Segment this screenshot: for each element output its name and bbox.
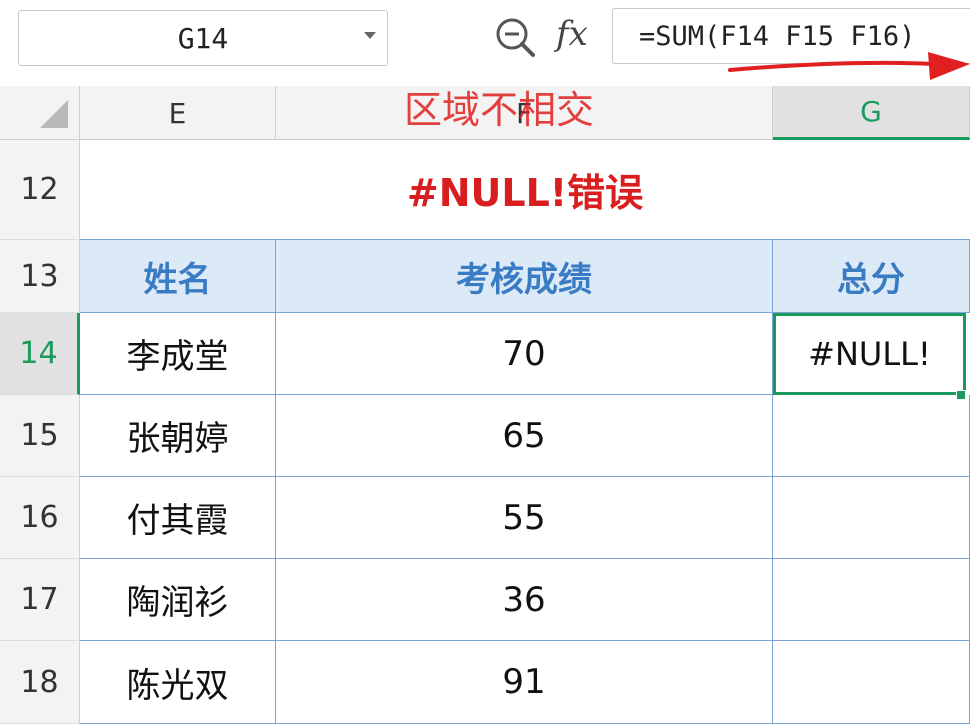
sheet-title[interactable]: #NULL!错误: [80, 140, 970, 240]
dropdown-caret-icon[interactable]: [364, 32, 376, 39]
row-header-15[interactable]: 15: [0, 395, 80, 477]
annotation-arrow: [728, 52, 970, 80]
annotation-label: 区域不相交: [404, 88, 595, 132]
row-header-13[interactable]: 13: [0, 240, 80, 313]
cell-total[interactable]: [773, 477, 970, 559]
cell-name[interactable]: 付其霞: [80, 477, 276, 559]
row-header-18[interactable]: 18: [0, 641, 80, 724]
cell-name[interactable]: 张朝婷: [80, 395, 276, 477]
cell-total[interactable]: [773, 559, 970, 641]
header-name[interactable]: 姓名: [80, 240, 276, 313]
header-total[interactable]: 总分: [773, 240, 970, 313]
select-all-triangle-icon[interactable]: [40, 100, 68, 128]
cell-score[interactable]: 36: [276, 559, 773, 641]
cell-total[interactable]: [773, 395, 970, 477]
cell-name[interactable]: 陶润衫: [80, 559, 276, 641]
cell-score[interactable]: 70: [276, 313, 773, 395]
header-score[interactable]: 考核成绩: [276, 240, 773, 313]
cell-score[interactable]: 55: [276, 477, 773, 559]
cell-total-selected[interactable]: #NULL!: [773, 313, 966, 395]
row-header-16[interactable]: 16: [0, 477, 80, 559]
row-header-17[interactable]: 17: [0, 559, 80, 641]
cell-name[interactable]: 陈光双: [80, 641, 276, 724]
cell-score[interactable]: 91: [276, 641, 773, 724]
cell-name[interactable]: 李成堂: [80, 313, 276, 395]
row-header-12[interactable]: 12: [0, 140, 80, 240]
zoom-formula-icon[interactable]: [494, 16, 536, 58]
cell-score[interactable]: 65: [276, 395, 773, 477]
cell-total[interactable]: [773, 641, 970, 724]
row-header-14[interactable]: 14: [0, 313, 80, 395]
column-header-e[interactable]: E: [80, 86, 276, 140]
column-header-g[interactable]: G: [773, 86, 970, 140]
fx-icon[interactable]: fx: [556, 14, 588, 54]
name-box[interactable]: G14: [18, 10, 388, 66]
